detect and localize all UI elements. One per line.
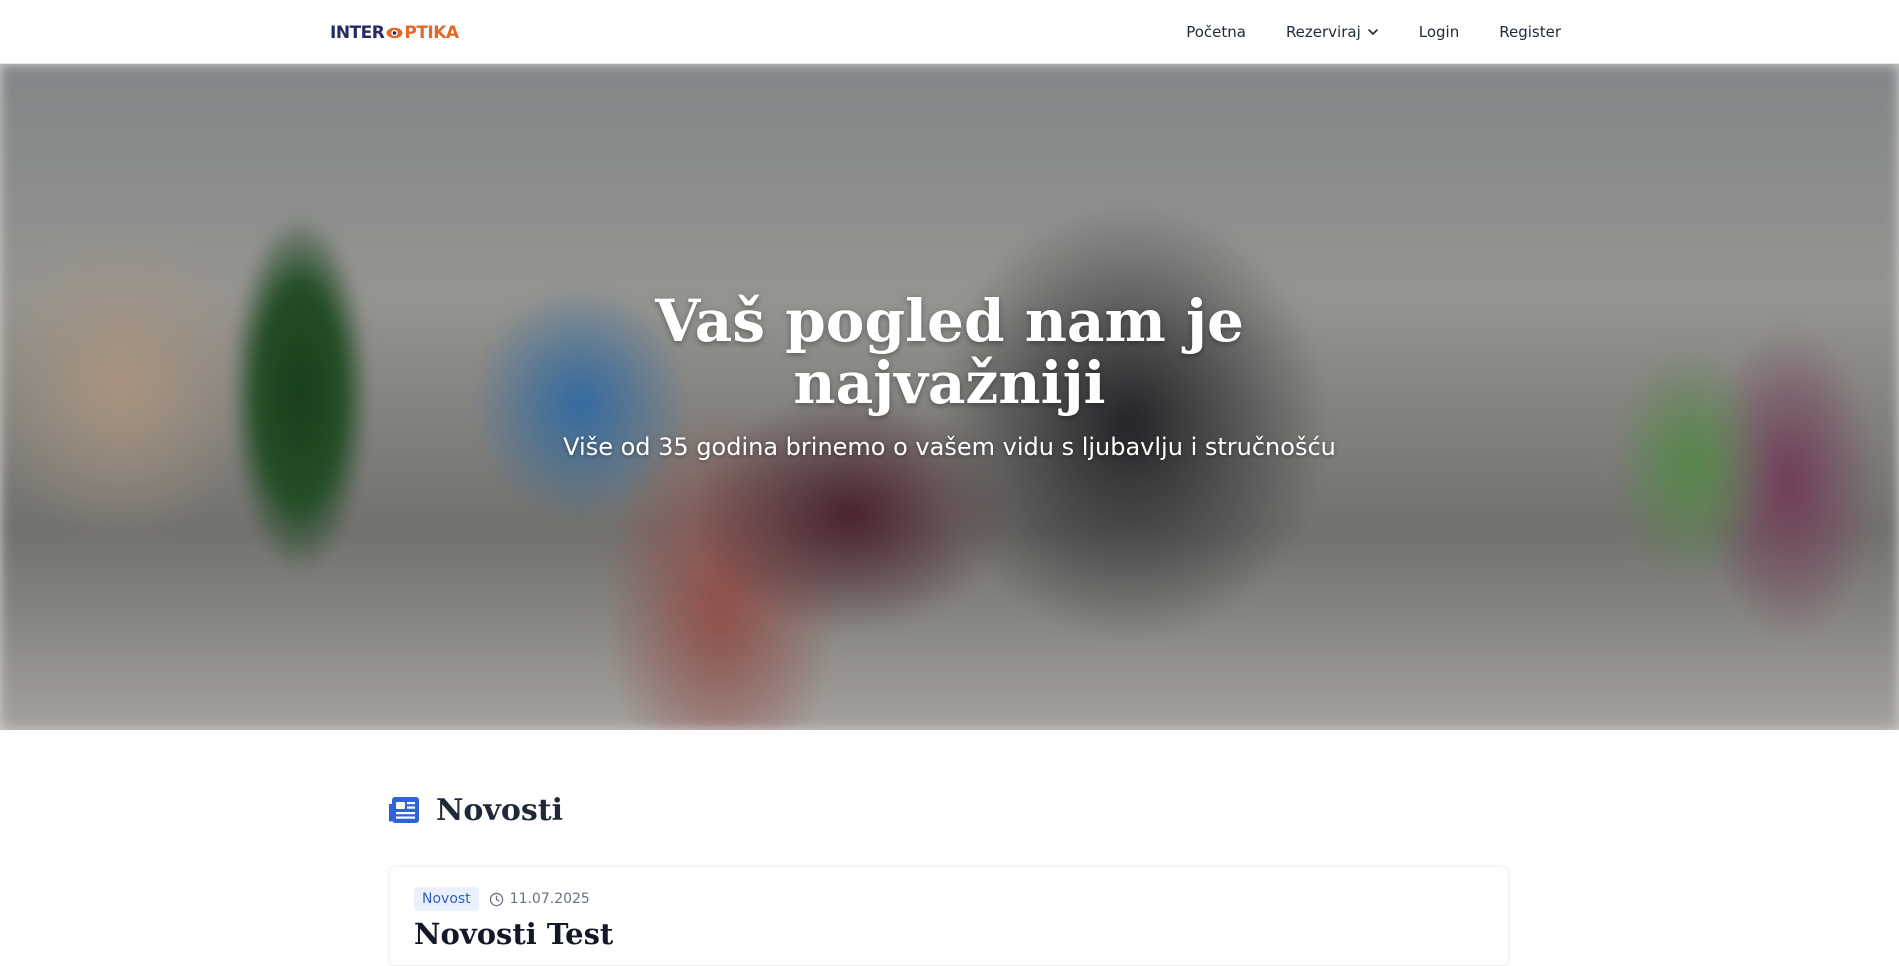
hero-title-line2: najvažniji (793, 349, 1106, 417)
navbar: INTER PTIKA Početna Rezerviraj Login Reg… (0, 0, 1899, 64)
nav-item-rezerviraj-dropdown[interactable]: Rezerviraj (1286, 23, 1379, 41)
clock-icon (489, 892, 503, 906)
nav-item-label: Rezerviraj (1285, 23, 1361, 41)
hero-banner: Vaš pogled nam je najvažniji Više od 35 … (0, 64, 1899, 730)
news-section-title: Novosti (436, 792, 564, 828)
news-section-heading: Novosti (388, 790, 563, 830)
logo-text-inter: INTER (330, 23, 385, 43)
news-card[interactable]: Novost 11.07.2025 Novosti Test (389, 866, 1509, 966)
nav-item-label: Register (1499, 23, 1561, 41)
news-date-text: 11.07.2025 (509, 891, 590, 907)
logo[interactable]: INTER PTIKA (330, 22, 459, 44)
nav-item-pocetna[interactable]: Početna (1186, 23, 1246, 41)
nav-item-label: Login (1418, 23, 1460, 41)
category-badge: Novost (414, 887, 479, 911)
hero-title-line1: Vaš pogled nam je (655, 287, 1244, 355)
hero-title: Vaš pogled nam je najvažniji (0, 290, 1899, 414)
news-date: 11.07.2025 (489, 891, 590, 907)
eye-o-icon (386, 27, 403, 39)
nav-item-register[interactable]: Register (1499, 23, 1561, 41)
nav-item-label: Početna (1186, 23, 1246, 41)
news-card-meta: Novost 11.07.2025 (414, 887, 590, 911)
chevron-down-icon (1367, 29, 1378, 35)
newspaper-icon (389, 797, 419, 823)
logo-text-optika: PTIKA (404, 23, 459, 43)
nav-item-login[interactable]: Login (1419, 23, 1459, 41)
main-nav: Početna Rezerviraj Login Register (1186, 0, 1561, 64)
hero-subtitle: Više od 35 godina brinemo o vašem vidu s… (563, 433, 1336, 461)
news-card-title[interactable]: Novosti Test (414, 917, 613, 951)
